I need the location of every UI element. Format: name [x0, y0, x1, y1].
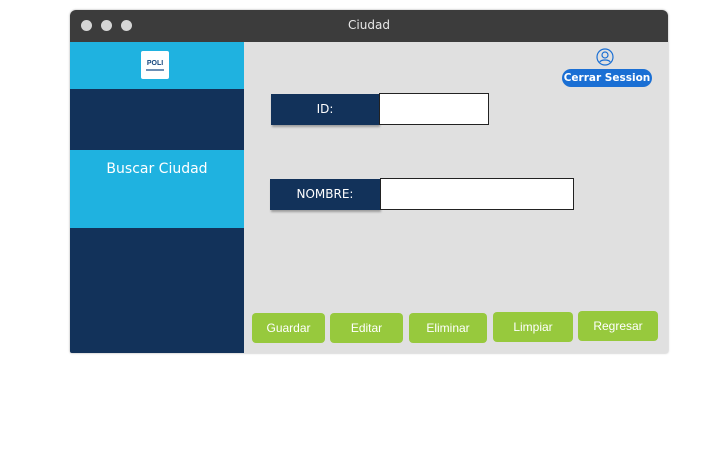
sidebar-item-label: Buscar Ciudad [106, 161, 208, 177]
editar-button[interactable]: Editar [330, 313, 403, 343]
logout-button[interactable]: Cerrar Session [562, 69, 652, 87]
logo-band: POLI [70, 42, 244, 89]
sidebar-item-buscar-ciudad[interactable]: Buscar Ciudad [70, 150, 244, 228]
user-circle-icon[interactable] [596, 48, 614, 66]
nombre-field[interactable] [380, 178, 574, 210]
logo-underline [146, 68, 164, 71]
guardar-button[interactable]: Guardar [252, 313, 325, 343]
limpiar-button[interactable]: Limpiar [493, 312, 573, 342]
id-field[interactable] [379, 93, 489, 125]
window-title: Ciudad [348, 18, 390, 32]
logo-text: POLI [146, 59, 164, 67]
sidebar: POLI Buscar Ciudad [70, 42, 244, 353]
app-window: Ciudad POLI Buscar Ciudad Cerrar Session… [70, 10, 668, 353]
regresar-button[interactable]: Regresar [578, 311, 658, 341]
main-content: Cerrar Session ID: NOMBRE: Guardar Edita… [244, 42, 668, 353]
title-bar: Ciudad [70, 10, 668, 42]
id-label: ID: [271, 94, 379, 125]
poli-logo: POLI [141, 51, 169, 79]
nombre-label: NOMBRE: [270, 179, 380, 210]
eliminar-button[interactable]: Eliminar [409, 313, 487, 343]
